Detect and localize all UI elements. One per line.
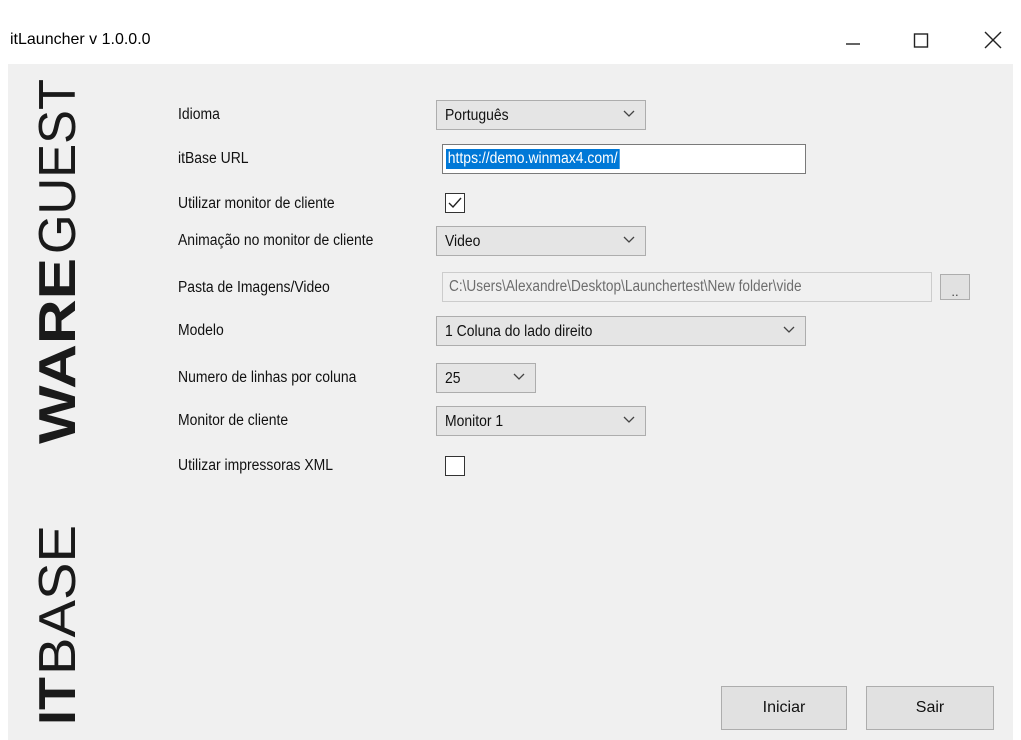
chevron-down-icon [513,373,525,380]
dialog-body: WARE GUEST IT BASE Idioma Português itBa… [8,64,1013,740]
pasta-input: C:\Users\Alexandre\Desktop\Launchertest\… [442,272,932,302]
svg-text:WARE: WARE [29,258,87,444]
label-animacao: Animação no monitor de cliente [178,232,374,249]
linhas-value: 25 [445,370,461,387]
svg-text:IT: IT [29,677,87,725]
svg-text:GUEST: GUEST [29,79,87,254]
itbase-logo: IT BASE [29,525,87,725]
idioma-value: Português [445,107,509,124]
monitor-dropdown[interactable]: Monitor 1 [436,406,646,436]
minimize-button[interactable] [830,22,876,58]
minimize-icon [846,43,860,45]
chevron-down-icon [783,326,795,333]
itbase-url-value: https://demo.winmax4.com/ [446,149,620,169]
sair-button[interactable]: Sair [866,686,994,730]
label-idioma: Idioma [178,106,220,123]
label-usar-monitor: Utilizar monitor de cliente [178,195,335,212]
animacao-value: Video [445,233,481,250]
chevron-down-icon [623,416,635,423]
label-modelo: Modelo [178,322,224,339]
label-monitor: Monitor de cliente [178,412,289,429]
title-bar: itLauncher v 1.0.0.0 [0,0,1021,64]
wareguest-logo: WARE GUEST [29,79,87,444]
chevron-down-icon [623,110,635,117]
window-title: itLauncher v 1.0.0.0 [10,31,151,48]
pasta-value: C:\Users\Alexandre\Desktop\Launchertest\… [449,278,802,295]
maximize-button[interactable] [898,22,944,58]
branding-strip: WARE GUEST IT BASE [8,64,158,740]
iniciar-button[interactable]: Iniciar [721,686,847,730]
monitor-value: Monitor 1 [445,413,504,430]
chevron-down-icon [623,236,635,243]
usar-monitor-checkbox[interactable] [445,193,465,213]
svg-text:BASE: BASE [29,525,87,675]
label-linhas: Numero de linhas por coluna [178,369,357,386]
animacao-dropdown[interactable]: Video [436,226,646,256]
maximize-icon [913,33,929,48]
modelo-dropdown[interactable]: 1 Coluna do lado direito [436,316,806,346]
idioma-dropdown[interactable]: Português [436,100,646,130]
itbase-url-input[interactable]: https://demo.winmax4.com/ [442,144,806,174]
browse-folder-button[interactable]: .. [940,274,970,300]
linhas-dropdown[interactable]: 25 [436,363,536,393]
close-icon [984,31,1002,49]
label-xml: Utilizar impressoras XML [178,457,334,474]
label-pasta: Pasta de Imagens/Video [178,279,330,296]
xml-checkbox[interactable] [445,456,465,476]
checkmark-icon [448,197,462,209]
close-button[interactable] [970,22,1016,58]
modelo-value: 1 Coluna do lado direito [445,323,593,340]
label-itbase-url: itBase URL [178,150,249,167]
